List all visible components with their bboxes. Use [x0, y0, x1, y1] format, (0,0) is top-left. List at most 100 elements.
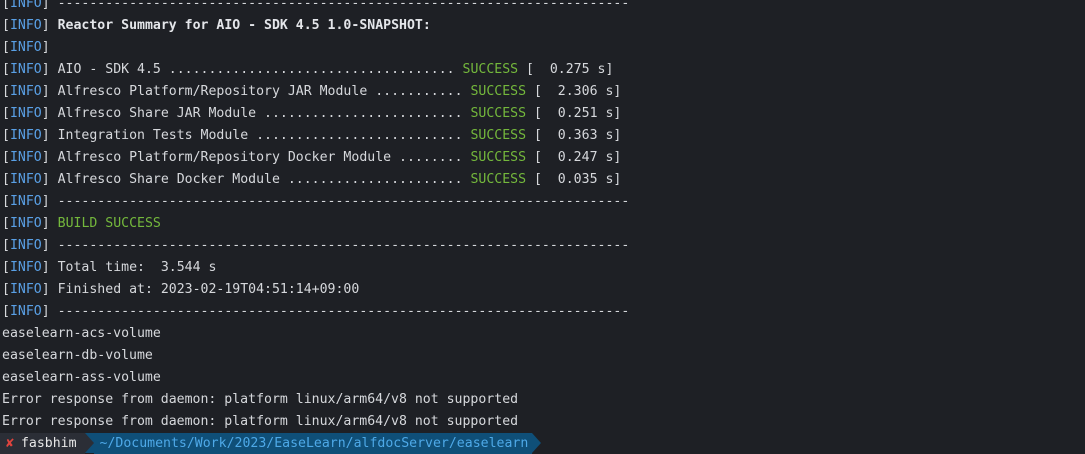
info-tag: INFO: [9, 172, 42, 187]
tag-bracket-open: [: [2, 260, 10, 275]
x-icon: ✘: [6, 436, 14, 451]
tag-bracket-open: [: [2, 194, 10, 209]
module-line: [INFO] Integration Tests Module ........…: [2, 125, 1085, 147]
tag-bracket-open: [: [2, 238, 10, 253]
finished-at-text: Finished at: 2023-02-19T04:51:14+09:00: [49, 282, 360, 297]
info-tag: INFO: [9, 40, 42, 55]
log-line: [INFO] Reactor Summary for AIO - SDK 4.5…: [2, 15, 1085, 37]
log-text: ----------------------------------------…: [49, 238, 630, 253]
tag-bracket-close: ]: [41, 106, 50, 121]
tag-bracket-close: ]: [41, 150, 50, 165]
tag-bracket-open: [: [2, 216, 10, 231]
tag-bracket-close: ]: [41, 0, 50, 11]
module-duration: [ 2.306 s]: [526, 84, 622, 99]
module-name: Integration Tests Module ...............…: [49, 128, 471, 143]
total-time-text: Total time: 3.544 s: [49, 260, 217, 275]
tag-bracket-close: ]: [41, 216, 50, 231]
log-text: ----------------------------------------…: [49, 194, 630, 209]
tag-bracket-open: [: [2, 128, 10, 143]
module-line: [INFO] Alfresco Share JAR Module .......…: [2, 103, 1085, 125]
volume-line: easelearn-ass-volume: [2, 370, 161, 385]
info-tag: INFO: [9, 238, 42, 253]
tag-bracket-open: [: [2, 84, 10, 99]
info-tag: INFO: [9, 84, 42, 99]
tag-bracket-close: ]: [41, 18, 50, 33]
log-line: [INFO] ---------------------------------…: [2, 191, 1085, 213]
module-duration: [ 0.247 s]: [526, 150, 622, 165]
error-line: Error response from daemon: platform lin…: [2, 392, 519, 407]
tag-bracket-close: ]: [41, 304, 50, 319]
log-line: [INFO] Total time: 3.544 s: [2, 257, 1085, 279]
info-tag: INFO: [9, 0, 42, 11]
log-text: ----------------------------------------…: [49, 304, 630, 319]
prompt-user-segment: ✘ fasbhim: [0, 433, 85, 454]
tag-bracket-open: [: [2, 282, 10, 297]
module-status: SUCCESS: [470, 106, 527, 121]
info-tag: INFO: [9, 18, 42, 33]
info-tag: INFO: [9, 128, 42, 143]
module-name: Alfresco Platform/Repository Docker Modu…: [49, 150, 471, 165]
module-name: AIO - SDK 4.5 ..........................…: [49, 62, 463, 77]
tag-bracket-open: [: [2, 304, 10, 319]
build-success-text: BUILD SUCCESS: [57, 216, 161, 231]
log-line: [INFO] ---------------------------------…: [2, 235, 1085, 257]
log-line: [INFO] Finished at: 2023-02-19T04:51:14+…: [2, 279, 1085, 301]
module-name: Alfresco Share JAR Module ..............…: [49, 106, 471, 121]
terminal-output: [INFO] ---------------------------------…: [2, 0, 1085, 433]
terminal-window[interactable]: [INFO] ---------------------------------…: [0, 0, 1085, 454]
info-tag: INFO: [9, 260, 42, 275]
module-status: SUCCESS: [470, 172, 527, 187]
error-line: Error response from daemon: platform lin…: [2, 414, 519, 429]
module-status: SUCCESS: [462, 62, 519, 77]
module-duration: [ 0.251 s]: [526, 106, 622, 121]
tag-bracket-open: [: [2, 106, 10, 121]
shell-prompt[interactable]: ✘ fasbhim ~/Documents/Work/2023/EaseLearn…: [0, 433, 542, 454]
module-duration: [ 0.275 s]: [518, 62, 614, 77]
log-line: [INFO] ---------------------------------…: [2, 0, 1085, 15]
reactor-summary-heading: Reactor Summary for AIO - SDK 4.5 1.0-SN…: [49, 18, 431, 33]
log-line: [INFO] ---------------------------------…: [2, 301, 1085, 323]
info-tag: INFO: [9, 106, 42, 121]
log-line: [INFO]: [2, 37, 1085, 59]
tag-bracket-close: ]: [41, 128, 50, 143]
volume-line: easelearn-acs-volume: [2, 326, 161, 341]
tag-bracket-close: ]: [41, 172, 50, 187]
module-name: Alfresco Platform/Repository JAR Module …: [49, 84, 471, 99]
tag-bracket-close: ]: [41, 282, 50, 297]
info-tag: INFO: [9, 194, 42, 209]
tag-bracket-open: [: [2, 62, 10, 77]
tag-bracket-open: [: [2, 172, 10, 187]
prompt-username: fasbhim: [20, 436, 77, 451]
module-duration: [ 0.035 s]: [526, 172, 622, 187]
module-status: SUCCESS: [470, 150, 527, 165]
info-tag: INFO: [9, 62, 42, 77]
info-tag: INFO: [9, 282, 42, 297]
module-line: [INFO] Alfresco Share Docker Module ....…: [2, 169, 1085, 191]
tag-bracket-close: ]: [41, 238, 50, 253]
prompt-separator-arrow: [84, 433, 94, 453]
tag-bracket-close: ]: [41, 62, 50, 77]
log-line: [INFO] BUILD SUCCESS: [2, 213, 1085, 235]
module-line: [INFO] AIO - SDK 4.5 ...................…: [2, 59, 1085, 81]
log-text: ----------------------------------------…: [49, 0, 630, 11]
tag-bracket-close: ]: [41, 194, 50, 209]
tag-bracket-close: ]: [41, 260, 50, 275]
prompt-end-arrow: [532, 433, 542, 453]
tag-bracket-close: ]: [41, 40, 50, 55]
tag-bracket-open: [: [2, 40, 10, 55]
info-tag: INFO: [9, 150, 42, 165]
prompt-path: ~/Documents/Work/2023/EaseLearn/alfdocSe…: [93, 433, 533, 454]
module-duration: [ 0.363 s]: [526, 128, 622, 143]
info-tag: INFO: [9, 216, 42, 231]
tag-bracket-open: [: [2, 0, 10, 11]
module-status: SUCCESS: [470, 84, 527, 99]
tag-bracket-open: [: [2, 18, 10, 33]
module-status: SUCCESS: [470, 128, 527, 143]
volume-line: easelearn-db-volume: [2, 348, 153, 363]
info-tag: INFO: [9, 304, 42, 319]
module-line: [INFO] Alfresco Platform/Repository JAR …: [2, 81, 1085, 103]
tag-bracket-open: [: [2, 150, 10, 165]
module-line: [INFO] Alfresco Platform/Repository Dock…: [2, 147, 1085, 169]
module-name: Alfresco Share Docker Module ...........…: [49, 172, 471, 187]
tag-bracket-close: ]: [41, 84, 50, 99]
